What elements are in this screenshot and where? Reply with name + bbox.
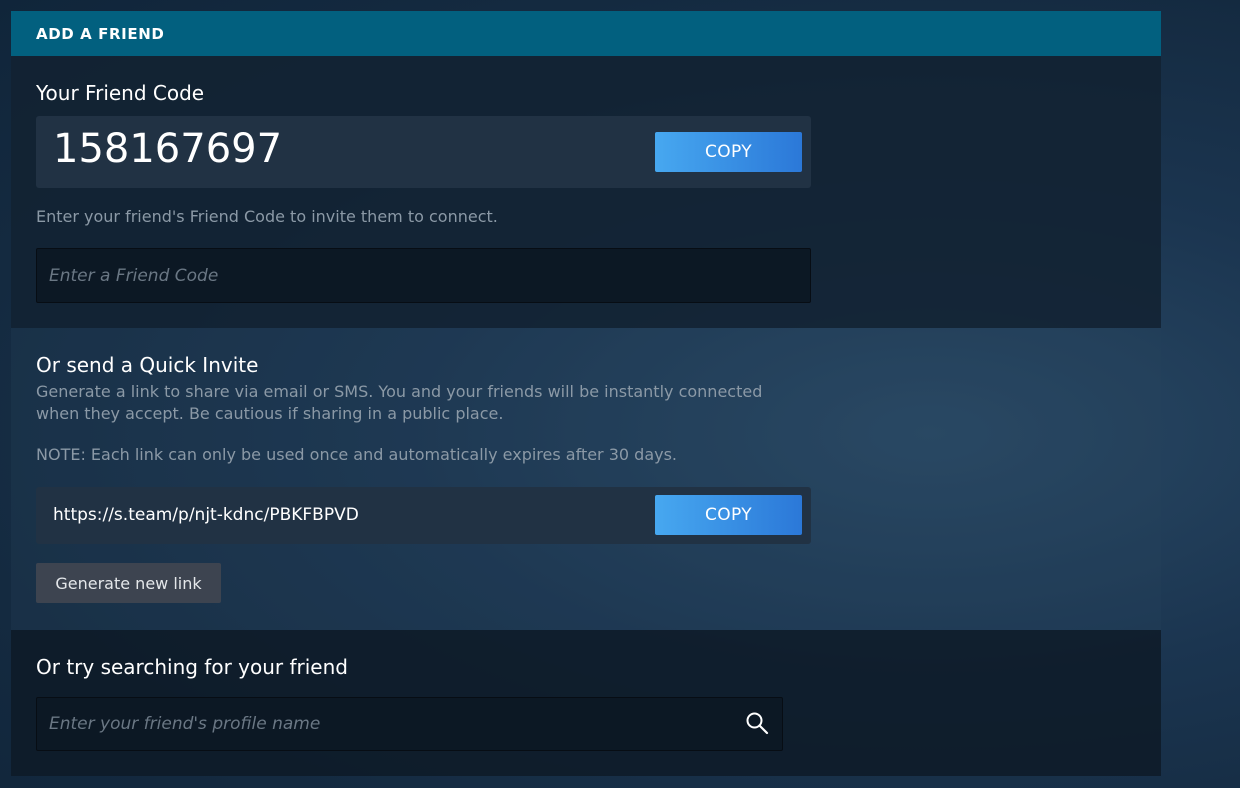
quick-invite-section: Or send a Quick Invite Generate a link t… <box>11 328 1161 630</box>
friend-search-input[interactable] <box>36 697 783 751</box>
search-icon[interactable] <box>745 711 769 735</box>
friend-code-heading: Your Friend Code <box>36 81 205 105</box>
panel-title: ADD A FRIEND <box>36 24 165 43</box>
search-field-wrapper <box>36 697 783 751</box>
search-friend-heading: Or try searching for your friend <box>36 655 348 679</box>
quick-invite-description-line1: Generate a link to share via email or SM… <box>36 382 763 401</box>
quick-invite-note: NOTE: Each link can only be used once an… <box>36 445 678 464</box>
quick-invite-heading: Or send a Quick Invite <box>36 353 259 377</box>
friend-code-box: 158167697 COPY <box>36 116 811 188</box>
copy-friend-code-button[interactable]: COPY <box>655 132 802 172</box>
friend-code-instructions: Enter your friend's Friend Code to invit… <box>36 207 498 226</box>
panel-header: ADD A FRIEND <box>11 11 1161 56</box>
generate-new-link-button[interactable]: Generate new link <box>36 563 221 603</box>
invite-link-value: https://s.team/p/njt-kdnc/PBKFBPVD <box>53 505 359 525</box>
copy-invite-link-button[interactable]: COPY <box>655 495 802 535</box>
add-friend-panel: ADD A FRIEND Your Friend Code 158167697 … <box>11 11 1161 776</box>
quick-invite-description-line2: when they accept. Be cautious if sharing… <box>36 404 504 423</box>
friend-code-input[interactable] <box>36 248 811 303</box>
friend-code-value: 158167697 <box>53 126 283 172</box>
friend-code-section: Your Friend Code 158167697 COPY Enter yo… <box>11 56 1161 328</box>
invite-link-box: https://s.team/p/njt-kdnc/PBKFBPVD COPY <box>36 487 811 544</box>
search-friend-section: Or try searching for your friend <box>11 630 1161 776</box>
